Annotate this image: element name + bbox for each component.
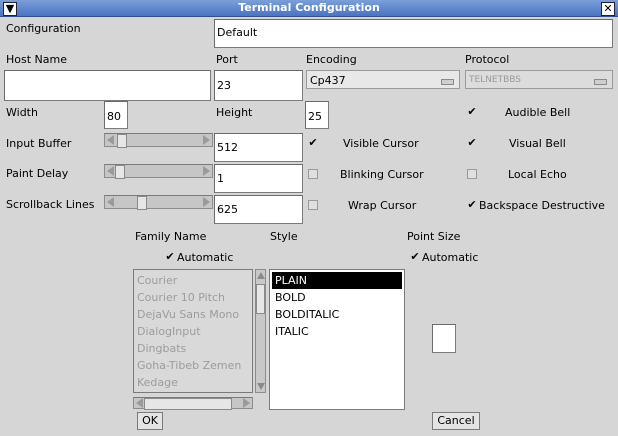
window-title: Terminal Configuration: [238, 1, 380, 14]
visual-bell-checkbox[interactable]: ✔: [467, 137, 477, 148]
visible-cursor-label: Visible Cursor: [343, 137, 419, 150]
dropdown-arrow-icon: [594, 79, 607, 85]
arrow-right-icon[interactable]: [203, 197, 210, 207]
list-item[interactable]: Courier 10 Pitch: [134, 289, 252, 306]
list-item[interactable]: Goha-Tibeb Zemen: [134, 357, 252, 374]
arrow-left-icon[interactable]: [136, 398, 143, 408]
family-list-vertical-scrollbar[interactable]: [255, 269, 266, 393]
input-buffer-label: Input Buffer: [6, 137, 72, 150]
configuration-label: Configuration: [6, 22, 81, 35]
cancel-button[interactable]: Cancel: [432, 412, 480, 430]
port-field[interactable]: 23: [214, 70, 303, 101]
configuration-field[interactable]: Default: [214, 19, 613, 48]
list-item[interactable]: DialogInput: [134, 323, 252, 340]
slider-thumb[interactable]: [115, 165, 125, 179]
arrow-up-icon[interactable]: [257, 272, 265, 279]
blinking-cursor-checkbox[interactable]: [308, 169, 318, 179]
family-name-label: Family Name: [135, 230, 207, 243]
protocol-select[interactable]: TELNETBBS: [465, 70, 613, 89]
visible-cursor-checkbox[interactable]: ✔: [308, 137, 318, 148]
host-name-label: Host Name: [6, 53, 67, 66]
encoding-value: Cp437: [310, 74, 346, 87]
arrow-left-icon[interactable]: [107, 135, 114, 145]
protocol-value: TELNETBBS: [469, 75, 522, 85]
title-bar[interactable]: ▼ Terminal Configuration ✕: [0, 0, 618, 17]
arrow-left-icon[interactable]: [107, 166, 114, 176]
arrow-left-icon[interactable]: [107, 197, 114, 207]
font-style-list[interactable]: PLAIN BOLD BOLDITALIC ITALIC: [269, 269, 405, 410]
size-automatic-checkbox[interactable]: ✔: [410, 251, 420, 262]
width-label: Width: [6, 106, 38, 119]
list-item-selected[interactable]: PLAIN: [272, 272, 402, 289]
arrow-right-icon[interactable]: [203, 135, 210, 145]
arrow-down-icon[interactable]: [257, 383, 265, 390]
family-automatic-label: Automatic: [177, 251, 234, 264]
backspace-destructive-label: Backspace Destructive: [479, 199, 605, 212]
size-automatic-label: Automatic: [422, 251, 479, 264]
paint-delay-label: Paint Delay: [6, 167, 69, 180]
close-icon[interactable]: ✕: [601, 2, 615, 16]
host-name-field[interactable]: [4, 70, 211, 101]
style-label: Style: [270, 230, 298, 243]
protocol-label: Protocol: [465, 53, 510, 66]
height-field[interactable]: 25: [305, 101, 329, 129]
point-size-label: Point Size: [407, 230, 461, 243]
encoding-label: Encoding: [306, 53, 357, 66]
height-label: Height: [216, 106, 253, 119]
input-buffer-slider[interactable]: [104, 133, 213, 148]
list-item[interactable]: Courier: [134, 272, 252, 289]
family-automatic-checkbox[interactable]: ✔: [165, 251, 175, 262]
input-buffer-field[interactable]: 512: [214, 133, 303, 162]
port-label: Port: [216, 53, 238, 66]
font-family-list[interactable]: Courier Courier 10 Pitch DejaVu Sans Mon…: [133, 269, 253, 393]
arrow-right-icon[interactable]: [243, 398, 250, 408]
family-list-horizontal-scrollbar[interactable]: [133, 397, 253, 410]
audible-bell-checkbox[interactable]: ✔: [467, 106, 477, 117]
scrollbar-thumb[interactable]: [256, 284, 265, 314]
list-item[interactable]: ITALIC: [272, 323, 402, 340]
wrap-cursor-label: Wrap Cursor: [348, 199, 417, 212]
scrollback-lines-slider[interactable]: [104, 195, 213, 210]
encoding-select[interactable]: Cp437: [306, 70, 460, 89]
audible-bell-label: Audible Bell: [505, 106, 571, 119]
list-item[interactable]: BOLDITALIC: [272, 306, 402, 323]
slider-thumb[interactable]: [117, 134, 127, 148]
point-size-field[interactable]: [432, 324, 456, 353]
arrow-right-icon[interactable]: [203, 166, 210, 176]
ok-button[interactable]: OK: [137, 412, 163, 430]
wrap-cursor-checkbox[interactable]: [308, 200, 318, 210]
visual-bell-label: Visual Bell: [509, 137, 566, 150]
dropdown-arrow-icon: [441, 79, 454, 85]
paint-delay-field[interactable]: 1: [214, 164, 303, 193]
scrollbar-thumb[interactable]: [144, 398, 232, 410]
local-echo-label: Local Echo: [508, 168, 567, 181]
scrollback-lines-field[interactable]: 625: [214, 195, 303, 224]
list-item[interactable]: Kedage: [134, 374, 252, 391]
paint-delay-slider[interactable]: [104, 164, 213, 179]
scrollback-lines-label: Scrollback Lines: [6, 198, 95, 211]
list-item[interactable]: BOLD: [272, 289, 402, 306]
backspace-destructive-checkbox[interactable]: ✔: [467, 199, 477, 210]
list-item[interactable]: DejaVu Sans Mono: [134, 306, 252, 323]
slider-thumb[interactable]: [137, 196, 147, 210]
local-echo-checkbox[interactable]: [467, 169, 477, 179]
width-field[interactable]: 80: [104, 101, 128, 129]
blinking-cursor-label: Blinking Cursor: [340, 168, 424, 181]
list-item[interactable]: Dingbats: [134, 340, 252, 357]
